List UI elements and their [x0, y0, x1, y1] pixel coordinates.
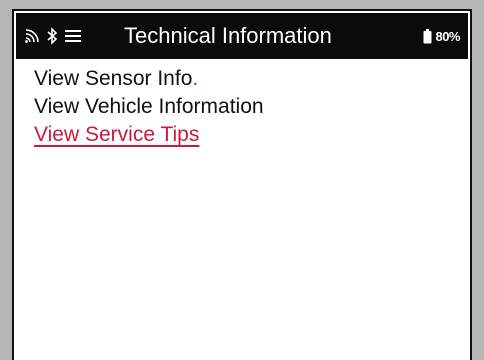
- menu-item-suffix: .: [192, 67, 199, 90]
- menu-item-view-vehicle-information[interactable]: View Vehicle Information: [34, 93, 264, 121]
- battery-percent: 80%: [435, 28, 460, 44]
- device-screen: Technical Information 80% View Sensor In…: [12, 9, 472, 360]
- status-icons: [24, 13, 82, 59]
- bluetooth-icon: [46, 27, 58, 45]
- signal-icon: [24, 28, 40, 44]
- title-bar: Technical Information 80%: [16, 13, 468, 59]
- menu-list: View Sensor Info. View Vehicle Informati…: [34, 65, 264, 149]
- menu-item-label: View Service Tips: [34, 123, 200, 146]
- menu-icon[interactable]: [64, 28, 82, 44]
- menu-item-view-service-tips[interactable]: View Service Tips: [34, 121, 264, 149]
- menu-item-label: View Sensor Info: [34, 67, 193, 90]
- page-title: Technical Information: [124, 23, 332, 48]
- menu-item-view-sensor-info[interactable]: View Sensor Info.: [34, 65, 264, 93]
- menu-item-label: View Vehicle Information: [34, 95, 264, 118]
- battery-icon: [423, 28, 432, 44]
- battery-indicator: 80%: [423, 13, 460, 59]
